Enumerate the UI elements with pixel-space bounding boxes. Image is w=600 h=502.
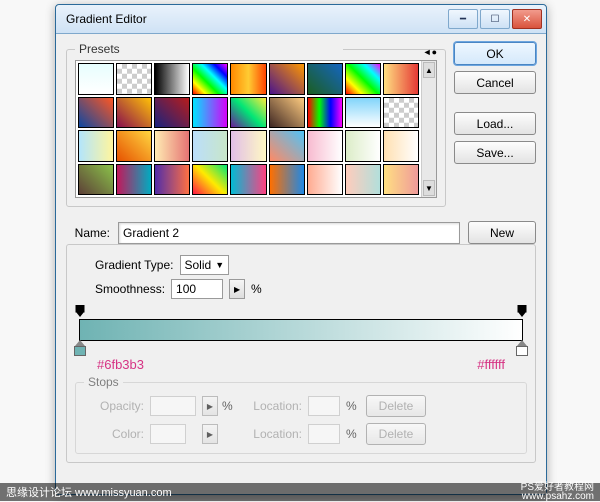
preset-swatch[interactable] bbox=[383, 130, 419, 162]
maximize-button[interactable]: ☐ bbox=[480, 9, 510, 29]
preset-swatch[interactable] bbox=[230, 130, 266, 162]
color-location-label: Location: bbox=[242, 427, 302, 441]
watermark-footer: 思缘设计论坛 www.missyuan.com PS爱好者教程网 www.psa… bbox=[0, 483, 600, 501]
preset-swatch[interactable] bbox=[345, 97, 381, 129]
preset-swatch[interactable] bbox=[307, 97, 343, 129]
preset-swatch[interactable] bbox=[269, 130, 305, 162]
presets-menu-icon[interactable]: ◄● bbox=[423, 47, 437, 57]
preset-swatch[interactable] bbox=[116, 164, 152, 196]
opacity-input bbox=[150, 396, 196, 416]
presets-list: ▲ ▼ bbox=[75, 60, 437, 198]
preset-swatch[interactable] bbox=[307, 63, 343, 95]
smoothness-stepper[interactable]: ▶ bbox=[229, 279, 245, 299]
preset-swatch[interactable] bbox=[269, 97, 305, 129]
opacity-location-label: Location: bbox=[242, 399, 302, 413]
scroll-up-icon[interactable]: ▲ bbox=[423, 62, 435, 78]
close-button[interactable]: ✕ bbox=[512, 9, 542, 29]
right-stop-hex: #ffffff bbox=[477, 357, 505, 372]
smoothness-label: Smoothness: bbox=[95, 282, 165, 296]
preset-swatch[interactable] bbox=[78, 97, 114, 129]
load-button[interactable]: Load... bbox=[454, 112, 536, 135]
color-location-percent: % bbox=[346, 427, 360, 441]
preset-swatch[interactable] bbox=[154, 130, 190, 162]
color-stepper: ▶ bbox=[202, 424, 218, 444]
opacity-label: Opacity: bbox=[84, 399, 144, 413]
opacity-location-input bbox=[308, 396, 340, 416]
gradient-bar-area: #6fb3b3 #ffffff bbox=[79, 315, 523, 375]
preset-swatch[interactable] bbox=[154, 164, 190, 196]
stops-group: Stops Opacity: ▶ % Location: % Delete Co… bbox=[75, 375, 527, 454]
preset-swatch[interactable] bbox=[192, 130, 228, 162]
gradient-editor-window: Gradient Editor ━ ☐ ✕ Presets ◄● bbox=[55, 4, 547, 495]
save-button[interactable]: Save... bbox=[454, 141, 536, 164]
left-stop-hex: #6fb3b3 bbox=[97, 357, 144, 372]
opacity-stepper: ▶ bbox=[202, 396, 218, 416]
gradient-group: Gradient Type: Solid ▼ Smoothness: 100 ▶… bbox=[66, 244, 536, 463]
preset-swatch[interactable] bbox=[78, 164, 114, 196]
preset-swatch[interactable] bbox=[78, 130, 114, 162]
color-label: Color: bbox=[84, 427, 144, 441]
preset-swatch[interactable] bbox=[154, 97, 190, 129]
preset-swatch[interactable] bbox=[192, 63, 228, 95]
preset-swatch[interactable] bbox=[116, 97, 152, 129]
percent-label: % bbox=[251, 282, 262, 296]
preset-swatch[interactable] bbox=[192, 164, 228, 196]
ok-button[interactable]: OK bbox=[454, 42, 536, 65]
preset-swatch[interactable] bbox=[307, 130, 343, 162]
preset-swatch[interactable] bbox=[269, 63, 305, 95]
scroll-down-icon[interactable]: ▼ bbox=[423, 180, 435, 196]
new-button[interactable]: New bbox=[468, 221, 536, 244]
preset-swatch[interactable] bbox=[230, 164, 266, 196]
opacity-stop-right[interactable] bbox=[517, 305, 527, 315]
preset-swatch[interactable] bbox=[345, 164, 381, 196]
color-well bbox=[150, 424, 186, 444]
preset-swatch[interactable] bbox=[78, 63, 114, 95]
minimize-button[interactable]: ━ bbox=[448, 9, 478, 29]
cancel-button[interactable]: Cancel bbox=[454, 71, 536, 94]
color-location-input bbox=[308, 424, 340, 444]
name-label: Name: bbox=[66, 226, 110, 240]
preset-swatch[interactable] bbox=[154, 63, 190, 95]
preset-swatch[interactable] bbox=[383, 164, 419, 196]
preset-swatch[interactable] bbox=[230, 63, 266, 95]
opacity-stop-left[interactable] bbox=[75, 305, 85, 315]
client-area: Presets ◄● ▲ ▼ OK Cancel bbox=[56, 34, 546, 494]
preset-swatch[interactable] bbox=[345, 63, 381, 95]
gradient-preview-bar[interactable] bbox=[79, 319, 523, 341]
preset-swatch[interactable] bbox=[269, 164, 305, 196]
gradient-type-select[interactable]: Solid ▼ bbox=[180, 255, 230, 275]
color-stop-left[interactable] bbox=[74, 340, 86, 354]
presets-scrollbar[interactable]: ▲ ▼ bbox=[421, 61, 436, 197]
preset-swatch[interactable] bbox=[230, 97, 266, 129]
smoothness-input[interactable]: 100 bbox=[171, 279, 223, 299]
titlebar[interactable]: Gradient Editor ━ ☐ ✕ bbox=[56, 5, 546, 34]
preset-swatch[interactable] bbox=[307, 164, 343, 196]
delete-opacity-stop-button: Delete bbox=[366, 395, 426, 417]
preset-swatch[interactable] bbox=[383, 63, 419, 95]
preset-swatch[interactable] bbox=[116, 130, 152, 162]
preset-swatch[interactable] bbox=[192, 97, 228, 129]
preset-swatch[interactable] bbox=[116, 63, 152, 95]
presets-label: Presets bbox=[79, 42, 120, 56]
color-stop-right[interactable] bbox=[516, 340, 528, 354]
window-title: Gradient Editor bbox=[60, 12, 448, 26]
opacity-percent: % bbox=[222, 399, 236, 413]
chevron-down-icon: ▼ bbox=[215, 260, 224, 270]
gradient-type-label: Gradient Type: bbox=[95, 258, 174, 272]
watermark-right: PS爱好者教程网 www.psahz.com bbox=[521, 483, 594, 501]
watermark-left: 思缘设计论坛 www.missyuan.com bbox=[6, 484, 172, 500]
name-input[interactable] bbox=[118, 222, 460, 244]
preset-swatch[interactable] bbox=[345, 130, 381, 162]
stops-label: Stops bbox=[84, 375, 123, 389]
presets-group: Presets ◄● ▲ ▼ bbox=[66, 42, 446, 207]
opacity-location-percent: % bbox=[346, 399, 360, 413]
preset-swatch[interactable] bbox=[383, 97, 419, 129]
delete-color-stop-button: Delete bbox=[366, 423, 426, 445]
